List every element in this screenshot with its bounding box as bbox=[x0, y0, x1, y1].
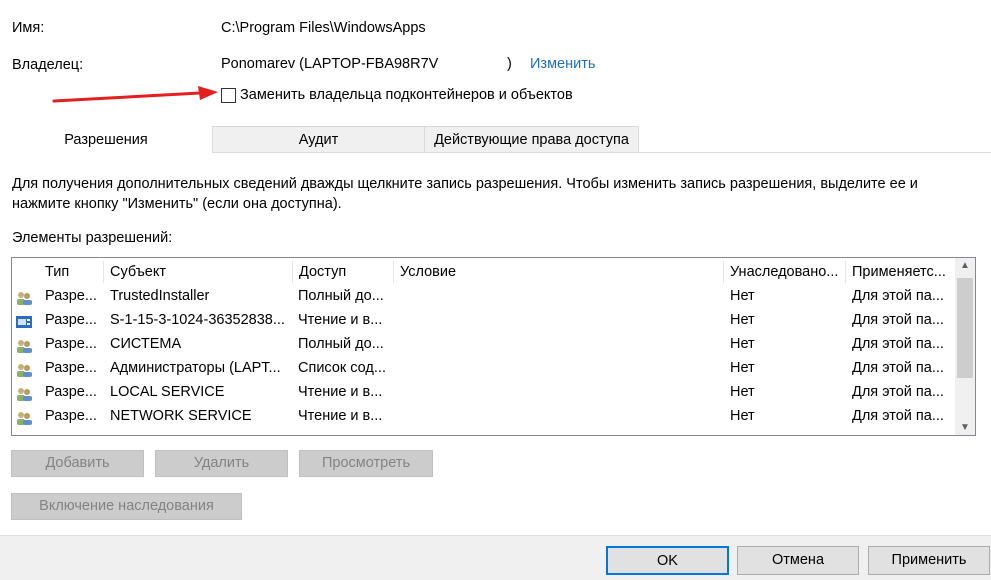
name-label: Имя: bbox=[12, 20, 45, 36]
entries-label: Элементы разрешений: bbox=[12, 230, 173, 246]
column-header-type[interactable]: Тип bbox=[39, 261, 104, 283]
app-package-icon bbox=[16, 313, 32, 328]
cell-access: Чтение и в... bbox=[298, 312, 383, 328]
tab-effective-access[interactable]: Действующие права доступа bbox=[424, 126, 639, 153]
remove-button[interactable]: Удалить bbox=[155, 450, 288, 477]
cell-type: Разре... bbox=[45, 384, 97, 400]
cell-applies: Для этой па... bbox=[852, 336, 944, 352]
info-text: Для получения дополнительных сведений дв… bbox=[12, 176, 918, 192]
ok-button[interactable]: OK bbox=[606, 546, 729, 575]
cell-applies: Для этой па... bbox=[852, 288, 944, 304]
dialog-footer: OK Отмена Применить bbox=[0, 535, 991, 580]
cell-inherited: Нет bbox=[730, 288, 755, 304]
owner-value: Ponomarev (LAPTOP-FBA98R7V bbox=[221, 56, 439, 72]
cell-type: Разре... bbox=[45, 336, 97, 352]
cell-principal: NETWORK SERVICE bbox=[110, 408, 252, 424]
cell-inherited: Нет bbox=[730, 312, 755, 328]
table-row[interactable]: Разре... LOCAL SERVICE Чтение и в... Нет Для… bbox=[12, 380, 955, 404]
column-header-condition[interactable]: Условие bbox=[394, 261, 724, 283]
column-header-inherited[interactable]: Унаследовано... bbox=[724, 261, 846, 283]
owner-suffix: ) bbox=[507, 56, 512, 72]
name-value: C:\Program Files\WindowsApps bbox=[221, 20, 426, 36]
cell-principal: S-1-15-3-1024-36352838... bbox=[110, 312, 285, 328]
cell-type: Разре... bbox=[45, 360, 97, 376]
users-icon bbox=[16, 409, 32, 425]
cell-principal: СИСТЕМА bbox=[110, 336, 182, 352]
cell-access: Список сод... bbox=[298, 360, 386, 376]
cancel-button[interactable]: Отмена bbox=[737, 546, 859, 575]
cell-access: Полный до... bbox=[298, 288, 384, 304]
cell-principal: Администраторы (LAPT... bbox=[110, 360, 281, 376]
cell-access: Полный до... bbox=[298, 336, 384, 352]
cell-inherited: Нет bbox=[730, 360, 755, 376]
users-icon bbox=[16, 361, 32, 377]
scroll-down-icon[interactable]: ▼ bbox=[955, 422, 975, 433]
cell-inherited: Нет bbox=[730, 384, 755, 400]
column-header-principal[interactable]: Субъект bbox=[104, 261, 293, 283]
cell-principal: LOCAL SERVICE bbox=[110, 384, 225, 400]
table-row[interactable]: Разре... NETWORK SERVICE Чтение и в... Нет Д… bbox=[12, 404, 955, 428]
tab-label: Действующие права доступа bbox=[434, 132, 629, 148]
cell-inherited: Нет bbox=[730, 336, 755, 352]
cell-applies: Для этой па... bbox=[852, 312, 944, 328]
enable-inheritance-button[interactable]: Включение наследования bbox=[11, 493, 242, 520]
scrollbar-thumb[interactable] bbox=[957, 278, 973, 378]
cell-applies: Для этой па... bbox=[852, 408, 944, 424]
cell-applies: Для этой па... bbox=[852, 384, 944, 400]
add-button[interactable]: Добавить bbox=[11, 450, 144, 477]
permission-entries-list[interactable]: Тип Субъект Доступ Условие Унаследовано.… bbox=[11, 257, 976, 436]
replace-owner-label[interactable]: Заменить владельца подконтейнеров и объе… bbox=[240, 87, 573, 103]
cell-inherited: Нет bbox=[730, 408, 755, 424]
scrollbar[interactable]: ▲ ▼ bbox=[955, 258, 975, 435]
change-owner-link[interactable]: Изменить bbox=[530, 56, 595, 72]
tab-label: Аудит bbox=[298, 132, 339, 148]
annotation-arrow-icon bbox=[52, 86, 218, 103]
tab-audit[interactable]: Аудит bbox=[212, 126, 425, 153]
replace-owner-checkbox[interactable] bbox=[221, 88, 236, 103]
column-header-applies[interactable]: Применяетс... bbox=[846, 261, 956, 283]
users-icon bbox=[16, 337, 32, 353]
table-row[interactable]: Разре... TrustedInstaller Полный до... Нет Д… bbox=[12, 284, 955, 308]
owner-label: Владелец: bbox=[12, 57, 84, 73]
table-row[interactable]: Разре... Администраторы (LAPT... Список со… bbox=[12, 356, 955, 380]
info-text: нажмите кнопку "Изменить" (если она дост… bbox=[12, 196, 342, 212]
cell-applies: Для этой па... bbox=[852, 360, 944, 376]
scroll-up-icon[interactable]: ▲ bbox=[955, 260, 975, 271]
cell-type: Разре... bbox=[45, 312, 97, 328]
table-row[interactable]: Разре... СИСТЕМА Полный до... Нет Для этой п… bbox=[12, 332, 955, 356]
column-header-access[interactable]: Доступ bbox=[293, 261, 394, 283]
cell-access: Чтение и в... bbox=[298, 408, 383, 424]
table-row[interactable]: Разре... S-1-15-3-1024-36352838... Чтение … bbox=[12, 308, 955, 332]
tab-permissions[interactable]: Разрешения bbox=[0, 126, 212, 154]
cell-principal: TrustedInstaller bbox=[110, 288, 210, 304]
users-icon bbox=[16, 385, 32, 401]
apply-button[interactable]: Применить bbox=[868, 546, 990, 575]
users-icon bbox=[16, 289, 32, 305]
tab-label: Разрешения bbox=[64, 132, 148, 148]
cell-type: Разре... bbox=[45, 288, 97, 304]
cell-access: Чтение и в... bbox=[298, 384, 383, 400]
view-button[interactable]: Просмотреть bbox=[299, 450, 433, 477]
cell-type: Разре... bbox=[45, 408, 97, 424]
